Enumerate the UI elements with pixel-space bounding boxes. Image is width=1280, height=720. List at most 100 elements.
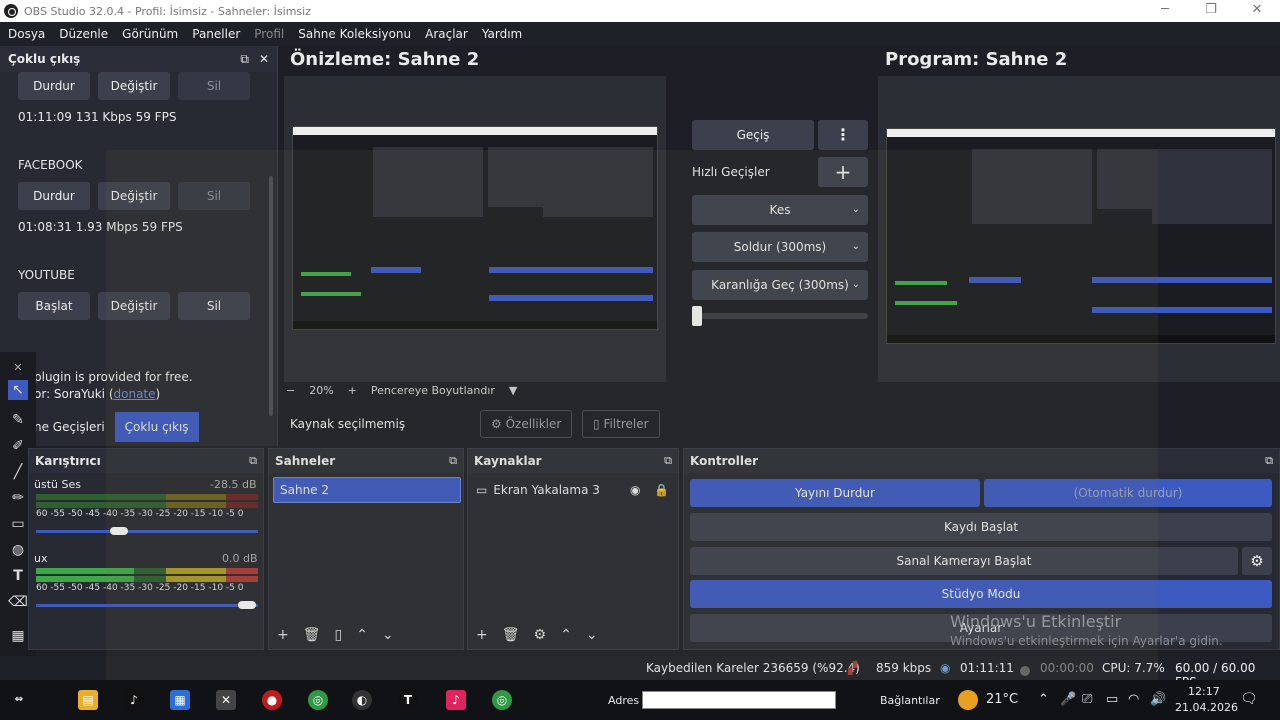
- notification-icon[interactable]: 🗨: [1240, 691, 1258, 707]
- show-desktop-icon[interactable]: ⇔: [6, 690, 32, 710]
- menu-view[interactable]: Görünüm: [122, 27, 178, 41]
- menu-file[interactable]: Dosya: [8, 27, 45, 41]
- file-explorer-icon[interactable]: ▤: [78, 690, 98, 710]
- microphone-icon[interactable]: 🎤: [1060, 692, 1076, 707]
- clock-time[interactable]: 12:17: [1188, 685, 1220, 698]
- chevron-up-icon[interactable]: ⌃: [560, 627, 572, 643]
- battery-icon[interactable]: ▭: [1106, 692, 1118, 707]
- scene-item[interactable]: Sahne 2: [273, 477, 461, 503]
- palette-icon[interactable]: ◍: [8, 540, 28, 560]
- undock-icon[interactable]: ⧉: [249, 449, 257, 473]
- chevron-down-icon[interactable]: ▼: [509, 384, 517, 397]
- menu-docks[interactable]: Paneller: [192, 27, 240, 41]
- pointer-icon[interactable]: ↖: [8, 380, 28, 400]
- quick-transition-fade-to-black[interactable]: Karanlığa Geç (300ms) ⌄: [692, 270, 868, 300]
- minimize-button[interactable]: ─: [1142, 0, 1188, 22]
- checker-icon[interactable]: ▦: [8, 626, 28, 646]
- volume-icon[interactable]: 🔊: [1150, 692, 1166, 707]
- close-button[interactable]: ✕: [1234, 0, 1280, 22]
- start-recording-button[interactable]: Kaydı Başlat: [690, 513, 1272, 541]
- add-icon[interactable]: +: [277, 627, 289, 643]
- youtube-start-button[interactable]: Başlat: [18, 292, 90, 320]
- tiktok-icon[interactable]: ♪: [124, 690, 144, 710]
- add-quick-transition-icon[interactable]: +: [818, 157, 868, 187]
- clock-date[interactable]: 21.04.2026: [1175, 701, 1238, 714]
- undock-icon[interactable]: ⧉: [240, 52, 249, 67]
- menu-profile[interactable]: Profil: [254, 27, 284, 41]
- rectangle-icon[interactable]: ▭: [8, 514, 28, 534]
- volume-slider[interactable]: [36, 530, 258, 533]
- address-input[interactable]: [642, 691, 836, 709]
- tradingview-icon[interactable]: T: [398, 690, 418, 710]
- quick-transition-fade[interactable]: Soldur (300ms) ⌄: [692, 232, 868, 262]
- studio-mode-button[interactable]: Stüdyo Modu: [690, 580, 1272, 608]
- chevron-down-icon[interactable]: ⌄: [382, 627, 394, 643]
- line-icon[interactable]: ╱: [8, 462, 28, 482]
- facebook-stop-button[interactable]: Durdur: [18, 182, 90, 210]
- menu-edit[interactable]: Düzenle: [59, 27, 108, 41]
- chevron-up-icon[interactable]: ⌃: [356, 627, 368, 643]
- edit-button[interactable]: Değiştir: [98, 72, 170, 100]
- youtube-edit-button[interactable]: Değiştir: [98, 292, 170, 320]
- undock-icon[interactable]: ⧉: [1265, 449, 1273, 473]
- menu-tools[interactable]: Araçlar: [425, 27, 468, 41]
- volume-slider[interactable]: [36, 604, 258, 607]
- quick-transition-cut[interactable]: Kes ⌄: [692, 195, 868, 225]
- pen-icon[interactable]: ✎: [8, 410, 28, 430]
- tiktok-live-icon[interactable]: ♪: [446, 690, 466, 710]
- preview-canvas[interactable]: [284, 76, 666, 382]
- chrome-profile-icon[interactable]: ◎: [492, 690, 512, 710]
- delete-button[interactable]: Sil: [178, 72, 250, 100]
- lock-icon[interactable]: 🔒: [654, 483, 669, 497]
- zoom-in-button[interactable]: +: [348, 384, 357, 397]
- text-icon[interactable]: T: [8, 566, 28, 586]
- volume-slider-handle[interactable]: [238, 601, 256, 609]
- donate-link[interactable]: donate: [114, 387, 156, 401]
- undock-icon[interactable]: ⧉: [449, 449, 457, 473]
- eraser-icon[interactable]: ⌫: [8, 592, 28, 612]
- marker-icon[interactable]: ✐: [8, 436, 28, 456]
- menu-scene-collection[interactable]: Sahne Koleksiyonu: [298, 27, 411, 41]
- store-icon[interactable]: ▦: [170, 690, 190, 710]
- chevron-down-icon[interactable]: ⌄: [586, 627, 598, 643]
- tbar-handle[interactable]: [692, 306, 702, 326]
- facebook-delete-button[interactable]: Sil: [178, 182, 250, 210]
- brush-icon[interactable]: ✏: [8, 488, 28, 508]
- stop-button[interactable]: Durdur: [18, 72, 90, 100]
- connections-label[interactable]: Bağlantılar: [880, 694, 940, 707]
- tab-multi-output[interactable]: Çoklu çıkış: [114, 412, 199, 442]
- source-item[interactable]: ▭ Ekran Yakalama 3 ◉ 🔒: [476, 479, 672, 501]
- trash-icon[interactable]: 🗑: [502, 627, 520, 643]
- wifi-icon[interactable]: ◠: [1128, 692, 1139, 707]
- youtube-delete-button[interactable]: Sil: [178, 292, 250, 320]
- zoom-out-button[interactable]: −: [286, 384, 295, 397]
- start-virtualcam-button[interactable]: Sanal Kamerayı Başlat: [690, 547, 1238, 575]
- chrome-icon[interactable]: ◎: [308, 690, 328, 710]
- menu-help[interactable]: Yardım: [482, 27, 522, 41]
- display-icon[interactable]: ⎚: [1082, 692, 1092, 707]
- virtualcam-settings-gear-icon[interactable]: ⚙: [1242, 547, 1272, 575]
- gear-icon[interactable]: ⚙: [534, 627, 547, 643]
- obs-taskbar-icon[interactable]: ◐: [352, 690, 372, 710]
- close-icon[interactable]: ✕: [8, 358, 28, 378]
- eye-icon[interactable]: ◉: [630, 483, 640, 497]
- properties-button[interactable]: ⚙ Özellikler: [480, 410, 573, 438]
- close-dock-icon[interactable]: ✕: [259, 52, 269, 67]
- temperature[interactable]: 21°C: [986, 692, 1018, 707]
- transition-menu-icon[interactable]: ⋮: [818, 120, 868, 150]
- volume-slider-handle[interactable]: [110, 527, 128, 535]
- dock-scrollbar[interactable]: [269, 176, 273, 416]
- tray-chevron-up-icon[interactable]: ⌃: [1038, 692, 1049, 707]
- tbar-track[interactable]: [692, 313, 868, 319]
- stop-stream-button[interactable]: Yayını Durdur: [690, 479, 980, 507]
- undock-icon[interactable]: ⧉: [664, 449, 672, 473]
- auto-stop-button[interactable]: (Otomatik durdur): [984, 479, 1272, 507]
- add-icon[interactable]: +: [476, 627, 488, 643]
- capcut-icon[interactable]: ✕: [216, 690, 236, 710]
- transition-button[interactable]: Geçiş: [692, 120, 814, 150]
- filters-button[interactable]: ▯ Filtreler: [582, 410, 660, 438]
- maximize-button[interactable]: ❐: [1188, 0, 1234, 22]
- fit-to-window[interactable]: Pencereye Boyutlandır: [371, 384, 495, 397]
- trash-icon[interactable]: 🗑: [303, 627, 321, 643]
- record-app-icon[interactable]: ●: [262, 690, 282, 710]
